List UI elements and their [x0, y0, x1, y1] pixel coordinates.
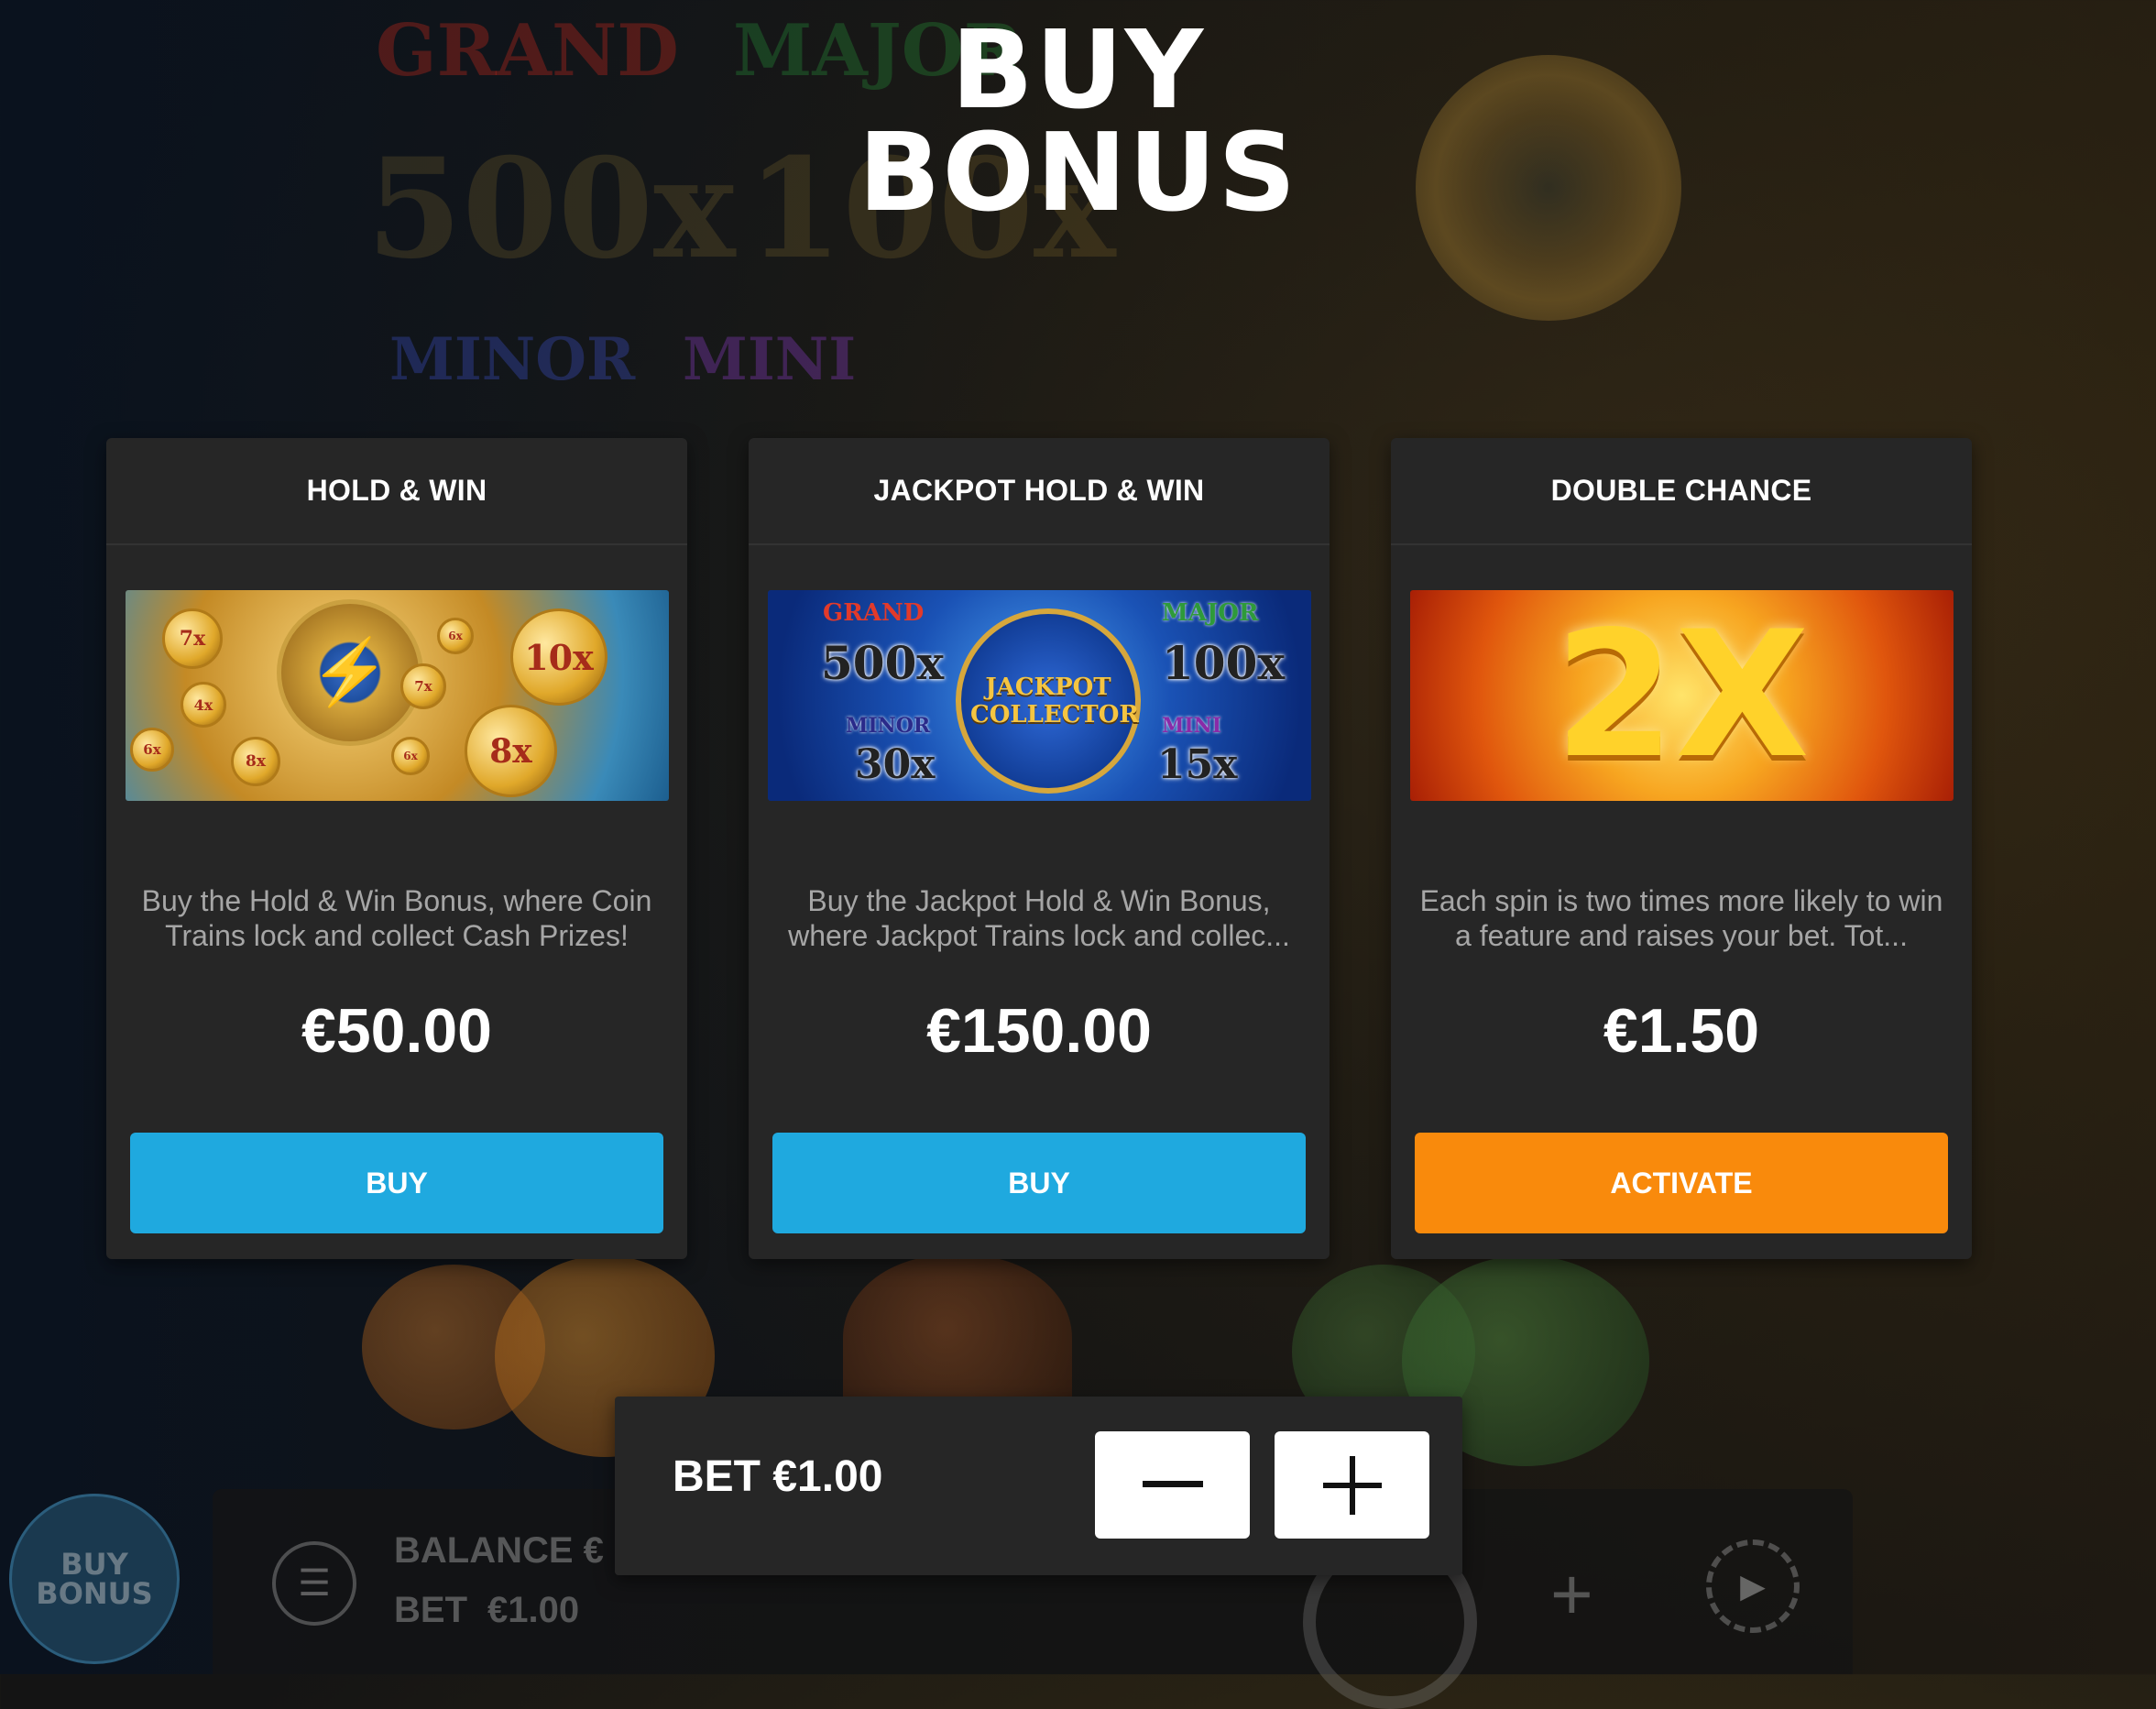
train-lamp-icon: ⚡ [277, 599, 423, 746]
minor-label: MINOR [846, 714, 931, 738]
bet-increase-button[interactable] [1275, 1431, 1429, 1539]
card-title: HOLD & WIN [106, 438, 687, 545]
buy-bonus-line-2: BONUS [36, 1576, 153, 1611]
buy-button-hold-win[interactable]: BUY [130, 1133, 663, 1233]
bet-amount-label: BET €1.00 [673, 1452, 883, 1501]
bet-decrease-button[interactable] [1095, 1431, 1250, 1539]
jackpot-collector-badge: JACKPOT COLLECTOR [956, 608, 1141, 794]
balance-label: BALANCE € [394, 1530, 604, 1571]
double-chance-image: 2X [1410, 590, 1954, 801]
buy-button-jackpot-hold-win[interactable]: BUY [772, 1133, 1306, 1233]
coin-icon: 7x [162, 608, 223, 669]
buy-bonus-button[interactable]: BUY BONUS [9, 1494, 180, 1664]
major-label: MAJOR [1162, 599, 1259, 627]
major-value: 100x [1162, 636, 1286, 690]
card-description: Each spin is two times more likely to wi… [1419, 884, 1943, 952]
minus-icon [1142, 1480, 1203, 1487]
buy-bonus-line-1: BUY [60, 1547, 128, 1582]
coin-icon: 4x [181, 682, 226, 728]
coin-icon: 7x [400, 663, 446, 709]
grand-value: 500x [821, 636, 945, 690]
title-line-1: BUY [950, 6, 1206, 133]
bottom-bet-label: BET [394, 1590, 467, 1630]
coin-icon: 8x [465, 705, 557, 797]
bonus-card-jackpot-hold-win: JACKPOT HOLD & WIN GRAND 500x MINOR 30x … [749, 438, 1330, 1259]
minor-value: 30x [855, 741, 936, 788]
card-price: €50.00 [301, 996, 492, 1066]
card-description: Buy the Hold & Win Bonus, where Coin Tra… [141, 884, 652, 952]
card-description: Buy the Jackpot Hold & Win Bonus, where … [788, 884, 1290, 952]
card-title: DOUBLE CHANCE [1391, 438, 1972, 545]
bottom-plus-icon[interactable]: + [1550, 1558, 1593, 1631]
bet-panel: BET €1.00 [615, 1397, 1462, 1575]
menu-icon[interactable]: ☰ [272, 1541, 356, 1626]
page-title: BUY BONUS [0, 6, 2156, 236]
coin-icon: 8x [231, 737, 280, 786]
plus-icon [1322, 1455, 1382, 1515]
autoplay-icon[interactable]: ▶ [1706, 1539, 1800, 1633]
card-price: €1.50 [1603, 996, 1760, 1066]
coin-icon: 6x [391, 737, 430, 775]
activate-button-double-chance[interactable]: ACTIVATE [1415, 1133, 1948, 1233]
bonus-card-double-chance: DOUBLE CHANCE 2X Each spin is two times … [1391, 438, 1972, 1259]
card-title: JACKPOT HOLD & WIN [749, 438, 1330, 545]
hold-win-image: ⚡ 7x 4x 6x 8x 10x 7x 6x 8x 6x [126, 590, 669, 801]
bonus-card-hold-win: HOLD & WIN ⚡ 7x 4x 6x 8x 10x 7x 6x 8x 6x… [106, 438, 687, 1259]
title-line-2: BONUS [858, 109, 1298, 236]
bg-jackpot-mini-label: MINI [683, 325, 857, 394]
jackpot-hold-win-image: GRAND 500x MINOR 30x MAJOR 100x MINI 15x… [768, 590, 1311, 801]
mini-label: MINI [1162, 714, 1222, 738]
coin-icon: 6x [437, 618, 474, 654]
double-chance-2x-graphic: 2X [1554, 594, 1810, 796]
grand-label: GRAND [823, 599, 925, 627]
card-price: €150.00 [926, 996, 1152, 1066]
bottom-bet-value: €1.00 [487, 1590, 580, 1630]
mini-value: 15x [1157, 741, 1238, 788]
coin-icon: 10x [510, 608, 607, 706]
coin-icon: 6x [130, 728, 174, 772]
bg-jackpot-minor-label: MINOR [389, 325, 636, 394]
jackpot-collector-label: JACKPOT COLLECTOR [970, 674, 1140, 729]
